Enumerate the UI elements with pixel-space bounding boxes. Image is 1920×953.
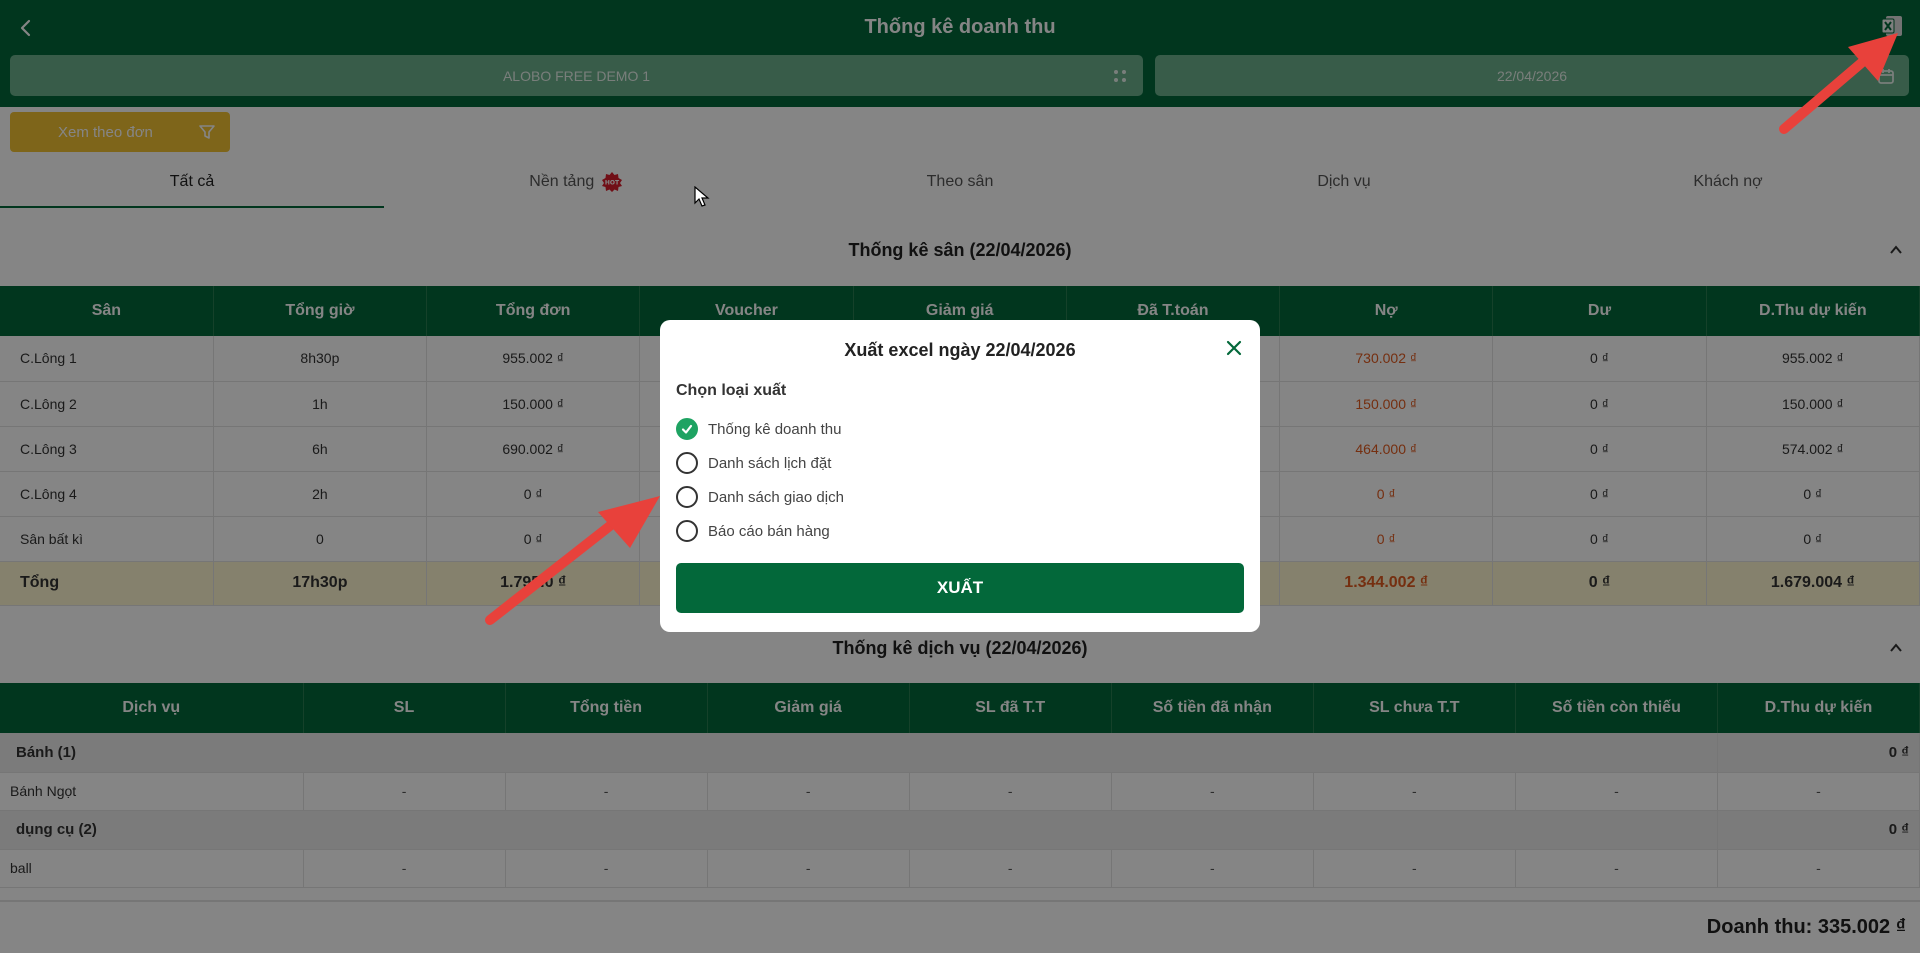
option-sales-report[interactable]: Báo cáo bán hàng: [676, 518, 830, 544]
option-booking-list[interactable]: Danh sách lịch đặt: [676, 450, 831, 476]
export-type-label: Chọn loại xuất: [676, 382, 787, 399]
radio-unchecked-icon[interactable]: [676, 452, 698, 474]
export-button[interactable]: XUẤT: [676, 563, 1244, 613]
close-icon: [1226, 340, 1242, 356]
radio-unchecked-icon[interactable]: [676, 520, 698, 542]
close-button[interactable]: [1222, 336, 1246, 360]
option-label: Danh sách lịch đặt: [708, 454, 832, 472]
mouse-cursor-icon: [694, 186, 710, 207]
dialog-title: Xuất excel ngày 22/04/2026: [844, 340, 1076, 360]
option-label: Thống kê doanh thu: [708, 420, 842, 438]
option-revenue-stats[interactable]: Thống kê doanh thu: [676, 416, 841, 442]
export-button-label: XUẤT: [936, 578, 984, 597]
check-icon: [681, 424, 693, 434]
radio-unchecked-icon[interactable]: [676, 486, 698, 508]
option-label: Báo cáo bán hàng: [708, 522, 830, 540]
option-transaction-list[interactable]: Danh sách giao dịch: [676, 484, 844, 510]
radio-checked-icon[interactable]: [676, 418, 698, 440]
option-label: Danh sách giao dịch: [708, 488, 844, 506]
export-excel-dialog: Xuất excel ngày 22/04/2026 Chọn loại xuấ…: [660, 320, 1260, 632]
